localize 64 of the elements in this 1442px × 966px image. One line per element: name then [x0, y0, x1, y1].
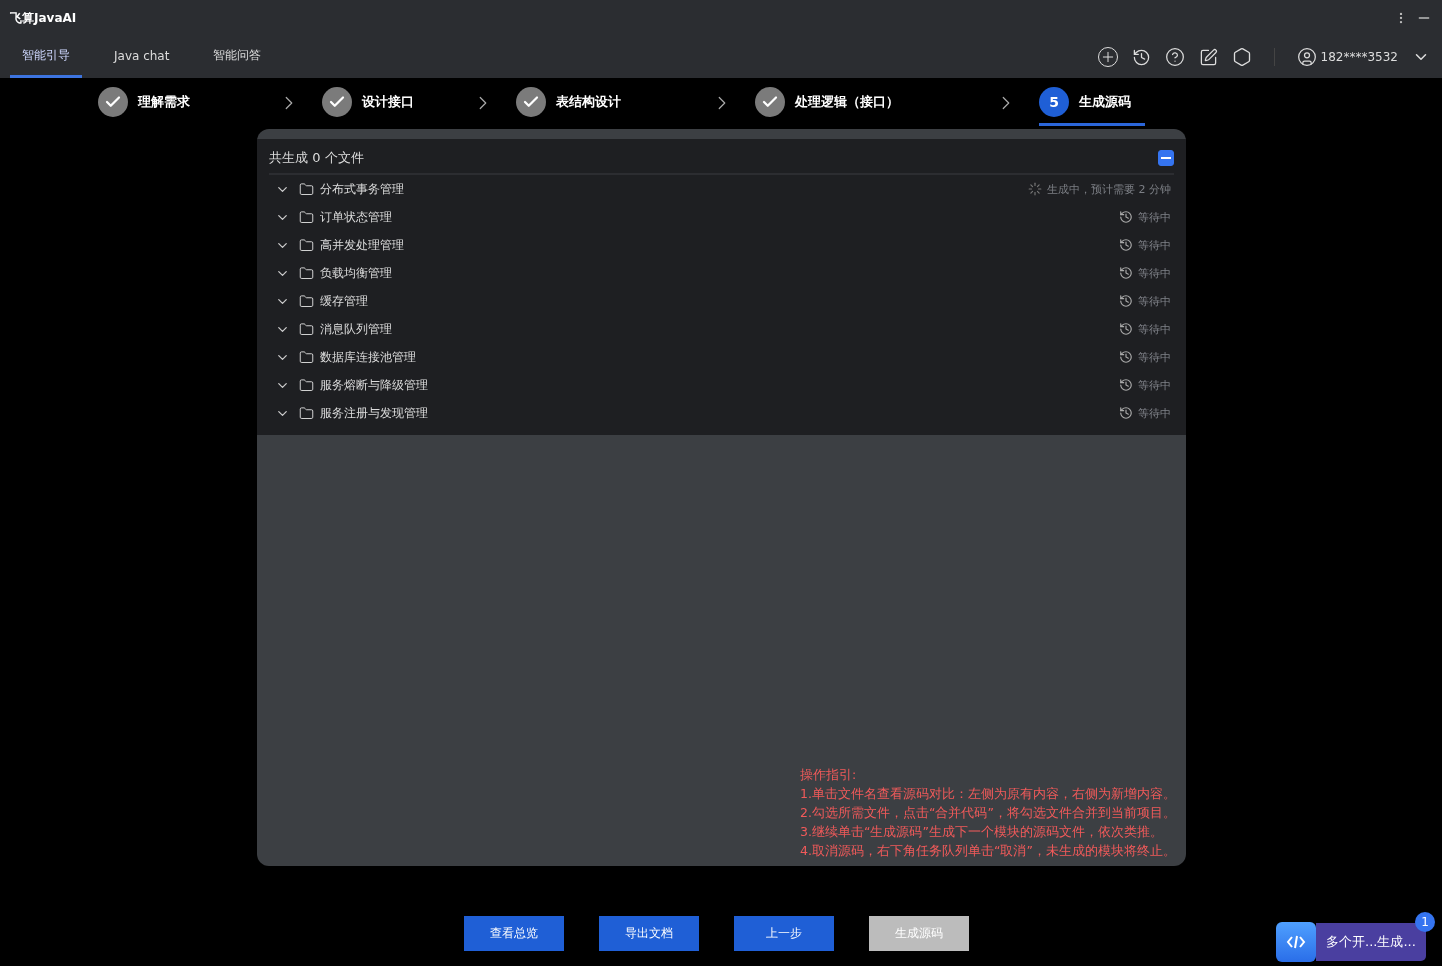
history-icon — [1119, 238, 1133, 252]
step-tab[interactable]: 设计接口 — [322, 80, 428, 126]
tab[interactable]: 智能问答 — [201, 36, 274, 78]
module-status: 等待中 — [1138, 377, 1171, 393]
settings-icon[interactable] — [1231, 47, 1252, 67]
step-tab[interactable]: 表结构设计 — [516, 80, 635, 126]
module-status: 等待中 — [1138, 209, 1171, 225]
tab[interactable]: Java chat — [102, 36, 182, 78]
app-title: 飞算JavaAI — [10, 9, 77, 27]
tab[interactable]: 智能引导 — [10, 36, 82, 78]
count-badge: 1 — [1415, 912, 1435, 932]
action-button[interactable]: 导出文档 — [599, 916, 699, 951]
folder-icon — [299, 181, 314, 197]
action-button[interactable]: 上一步 — [734, 916, 834, 951]
folder-icon — [299, 293, 314, 309]
module-status: 等待中 — [1138, 293, 1171, 309]
user-icon[interactable] — [1296, 47, 1317, 67]
module-status: 等待中 — [1138, 321, 1171, 337]
edit-icon[interactable] — [1198, 47, 1218, 67]
select-all-checkbox[interactable] — [1158, 150, 1174, 166]
step-tab[interactable]: 5 生成源码 — [1039, 80, 1145, 126]
action-button[interactable]: 查看总览 — [464, 916, 564, 951]
step-tab[interactable]: 处理逻辑（接口） — [755, 80, 913, 126]
loading-icon — [1028, 182, 1042, 196]
module-name[interactable]: 负载均衡管理 — [320, 264, 1119, 282]
module-status: 等待中 — [1138, 349, 1171, 365]
history-icon — [1119, 350, 1133, 364]
module-name[interactable]: 数据库连接池管理 — [320, 348, 1119, 366]
code-icon[interactable] — [1276, 922, 1316, 962]
step-number: 5 — [1039, 86, 1069, 117]
module-name[interactable]: 服务注册与发现管理 — [320, 404, 1119, 422]
folder-icon — [299, 237, 314, 253]
guide-title: 操作指引: — [800, 766, 858, 784]
history-icon — [1119, 210, 1133, 224]
module-name[interactable]: 服务熔断与降级管理 — [320, 376, 1119, 394]
step-tab[interactable]: 理解需求 — [98, 80, 204, 126]
file-summary: 共生成 0 个文件 — [269, 149, 364, 167]
guide-text: 4.取消源码，右下角任务队列单击“取消”，未生成的模块将终止。 — [800, 842, 1176, 860]
user-phone: 182****3532 — [1320, 50, 1398, 64]
folder-icon — [299, 377, 314, 393]
history-icon — [1119, 406, 1133, 420]
module-name[interactable]: 高并发处理管理 — [320, 236, 1119, 254]
history-icon — [1119, 322, 1133, 336]
module-name[interactable]: 缓存管理 — [320, 292, 1119, 310]
guide-text: 3.继续单击“生成源码”生成下一个模块的源码文件，依次类推。 — [800, 823, 1164, 841]
folder-icon — [299, 265, 314, 281]
module-status: 等待中 — [1138, 405, 1171, 421]
help-icon[interactable] — [1164, 47, 1185, 67]
module-status: 等待中 — [1138, 237, 1171, 253]
folder-icon — [299, 405, 314, 421]
module-name[interactable]: 订单状态管理 — [320, 208, 1119, 226]
guide-text: 2.勾选所需文件，点击“合并代码”，将勾选文件合并到当前项目。 — [800, 804, 1176, 822]
folder-icon — [299, 349, 314, 365]
history-icon — [1119, 378, 1133, 392]
module-name[interactable]: 消息队列管理 — [320, 320, 1119, 338]
folder-icon — [299, 321, 314, 337]
module-name[interactable]: 分布式事务管理 — [320, 180, 1028, 198]
guide-text: 1.单击文件名查看源码对比：左侧为原有内容，右侧为新增内容。 — [800, 785, 1176, 803]
history-icon — [1119, 266, 1133, 280]
history-icon[interactable] — [1131, 47, 1151, 67]
module-status: 生成中，预计需要 2 分钟 — [1047, 181, 1171, 197]
module-status: 等待中 — [1138, 265, 1171, 281]
history-icon — [1119, 294, 1133, 308]
folder-icon — [299, 209, 314, 225]
